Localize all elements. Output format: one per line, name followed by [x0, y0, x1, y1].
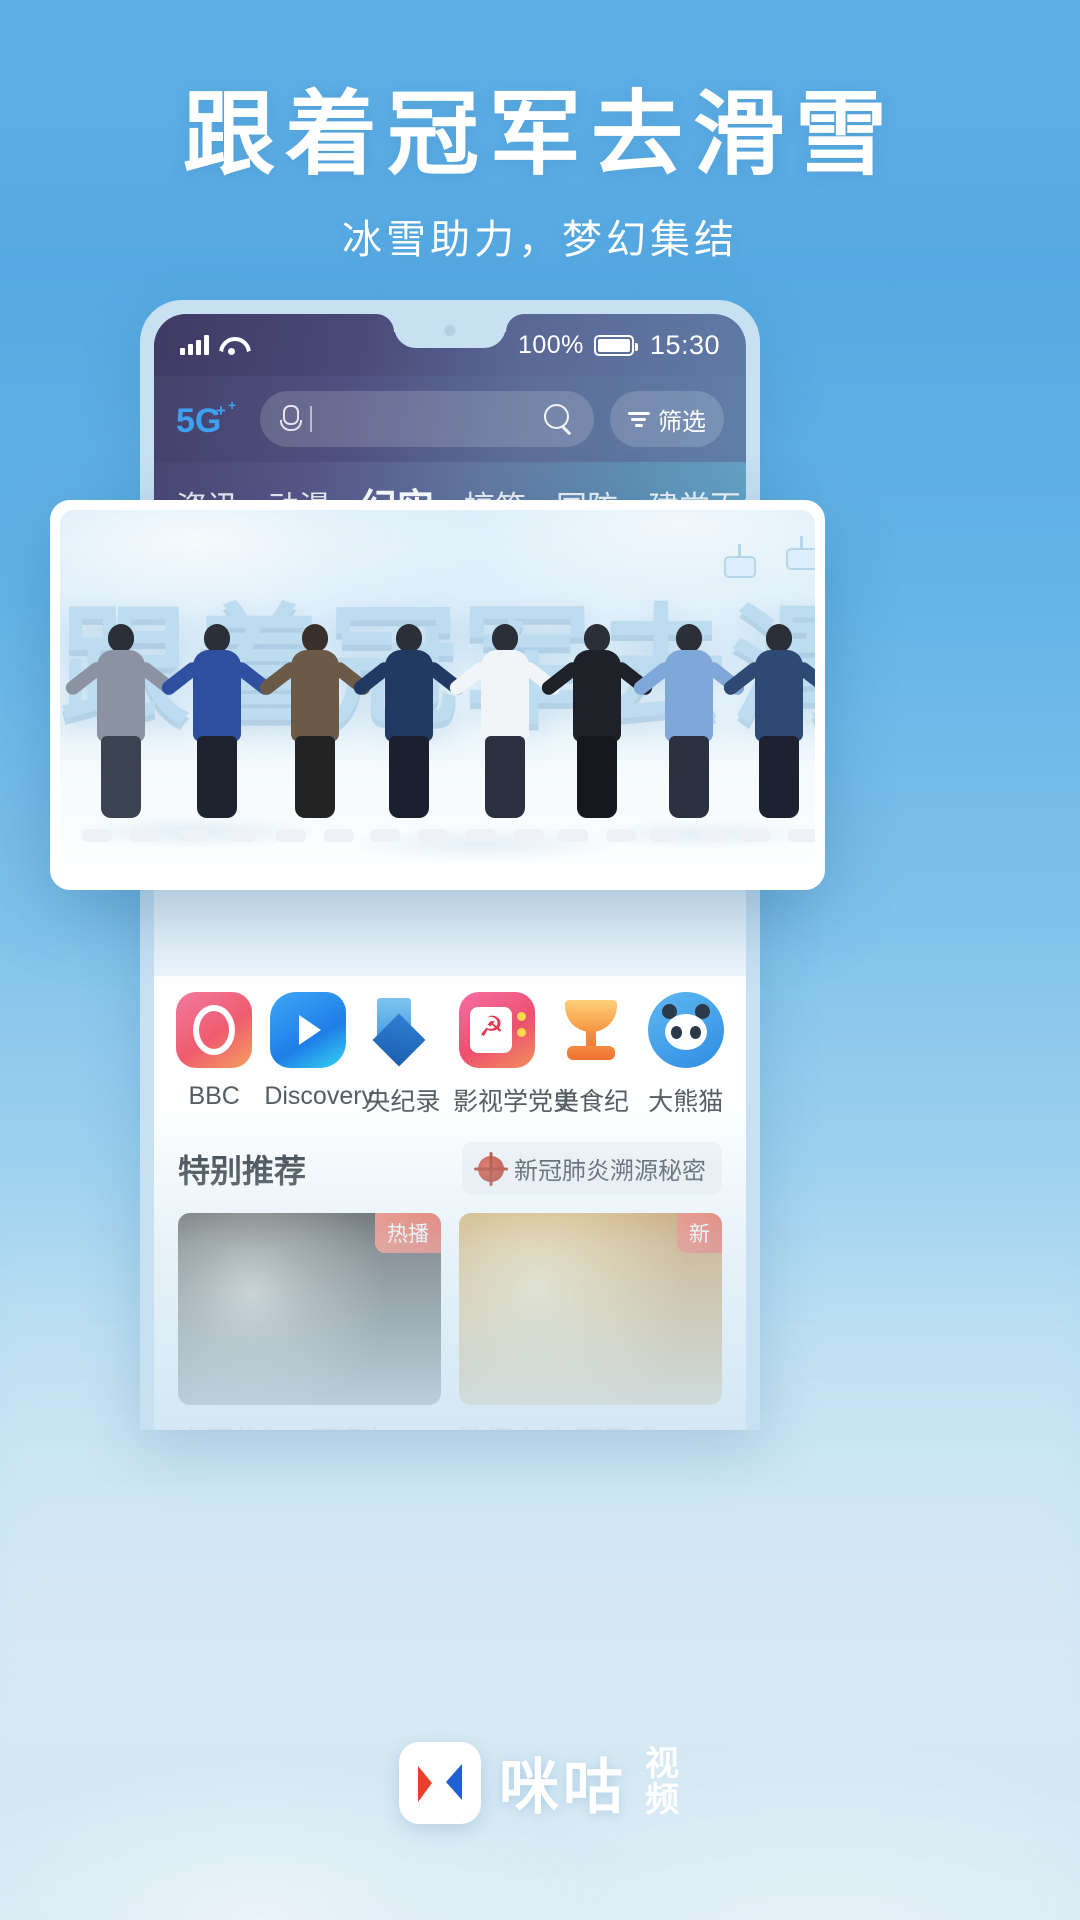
card-title: 人面兽心6·恶魔在身边	[178, 1419, 441, 1430]
search-input[interactable]	[260, 391, 594, 447]
shortcut-discovery[interactable]: Discovery	[264, 992, 375, 1111]
front-camera-icon	[444, 325, 456, 336]
athlete-figure	[351, 624, 467, 842]
microphone-icon[interactable]	[280, 405, 302, 433]
panda-icon	[647, 992, 724, 1068]
topic-chip-label: 新冠肺炎溯源秘密	[514, 1158, 706, 1185]
topic-chip[interactable]: 新冠肺炎溯源秘密	[462, 1142, 722, 1195]
status-bar-right: 100% 15:30	[518, 330, 720, 361]
virus-icon	[478, 1155, 504, 1182]
recommendation-card-list: 热播 人面兽心6·恶魔在身边 父母双双身亡 儿子离奇失踪 新 澳门之味·葡国鸡 …	[178, 1213, 722, 1430]
card-title: 澳门之味·葡国鸡	[459, 1419, 722, 1430]
battery-full-icon	[593, 334, 638, 356]
athlete-figure	[631, 624, 747, 842]
shortcut-yangjilu[interactable]: 央纪录	[359, 992, 447, 1118]
brand-sub-label: 视 频	[645, 1744, 681, 1819]
party-history-tv-icon	[459, 992, 536, 1068]
poster-headline: 跟着冠军去滑雪	[182, 84, 897, 186]
filter-funnel-icon	[628, 409, 650, 429]
shortcut-label: Discovery	[264, 1082, 375, 1110]
poster-subheadline: 冰雪助力，梦幻集结	[342, 218, 738, 263]
wifi-icon	[219, 336, 243, 355]
brand-lockup: 咪咕 视 频	[0, 1739, 1080, 1826]
shortcut-label: BBC	[188, 1082, 240, 1110]
food-cup-icon	[553, 992, 629, 1068]
list-item[interactable]: 新 澳门之味·葡国鸡 鲜嫩可口 香味浓郁自成一派	[459, 1213, 722, 1430]
athlete-figure	[257, 624, 373, 842]
filter-button[interactable]: 筛选	[610, 391, 724, 447]
shortcut-food[interactable]: 美食纪	[547, 992, 635, 1118]
brand-sub-line2: 频	[645, 1780, 681, 1819]
shortcut-label: 影视学党史	[452, 1088, 578, 1116]
status-bar-clock: 15:30	[649, 329, 720, 360]
discovery-play-icon	[270, 992, 347, 1068]
section-title: 特别推荐	[178, 1152, 307, 1189]
shortcut-icon-row: BBC Discovery 央纪录 影视学党史	[154, 976, 746, 1128]
shortcut-label: 美食纪	[553, 1088, 629, 1116]
phone-notch	[394, 314, 506, 348]
shortcut-party-history[interactable]: 影视学党史	[452, 992, 578, 1118]
svg-text:+: +	[216, 401, 226, 420]
athlete-figure	[721, 624, 815, 842]
search-bar-row: 5G + + 筛选	[154, 376, 746, 462]
svg-text:5G: 5G	[176, 402, 221, 440]
card-thumbnail[interactable]: 热播	[178, 1213, 441, 1405]
status-badge: 新	[677, 1213, 722, 1253]
bbc-icon	[176, 992, 253, 1068]
ski-lift-icon	[782, 536, 815, 570]
svg-text:+: +	[228, 397, 236, 413]
text-caret	[310, 406, 312, 432]
migu-m-logo-icon	[399, 1741, 481, 1824]
section-header: 特别推荐 新冠肺炎溯源秘密	[178, 1142, 722, 1195]
network-5g-plus-icon: 5G + +	[176, 396, 244, 442]
list-item[interactable]: 热播 人面兽心6·恶魔在身边 父母双双身亡 儿子离奇失踪	[178, 1213, 441, 1430]
shortcut-label: 大熊猫	[648, 1088, 724, 1116]
search-icon[interactable]	[544, 404, 574, 434]
shortcut-label: 央纪录	[365, 1088, 441, 1116]
shortcut-panda[interactable]: 大熊猫	[642, 992, 730, 1118]
status-bar-left	[180, 335, 243, 355]
yangjilu-icon	[365, 992, 441, 1068]
battery-percent-label: 100%	[517, 330, 584, 359]
status-bar: 100% 15:30	[154, 314, 746, 376]
athlete-figure	[63, 624, 179, 842]
ski-lift-icon	[720, 544, 760, 578]
card-thumbnail[interactable]: 新	[459, 1213, 722, 1405]
brand-sub-line1: 视	[645, 1744, 681, 1783]
brand-name: 咪咕	[499, 1754, 627, 1821]
hero-banner-image: 跟着冠军去滑雪	[60, 510, 815, 880]
shortcut-bbc[interactable]: BBC	[170, 992, 258, 1111]
athlete-figure	[159, 624, 275, 842]
status-badge: 热播	[375, 1213, 441, 1253]
signal-bars-icon	[180, 335, 209, 355]
hero-banner-card[interactable]: 跟着冠军去滑雪	[50, 500, 825, 890]
filter-button-label: 筛选	[658, 408, 706, 436]
athlete-figure	[447, 624, 563, 842]
athlete-figure	[539, 624, 655, 842]
special-recommendation-section: 特别推荐 新冠肺炎溯源秘密 热播 人面兽心6·恶魔在身边 父母双双身亡 儿子离奇…	[154, 1128, 746, 1430]
poster-header: 跟着冠军去滑雪 冰雪助力，梦幻集结	[0, 84, 1080, 265]
